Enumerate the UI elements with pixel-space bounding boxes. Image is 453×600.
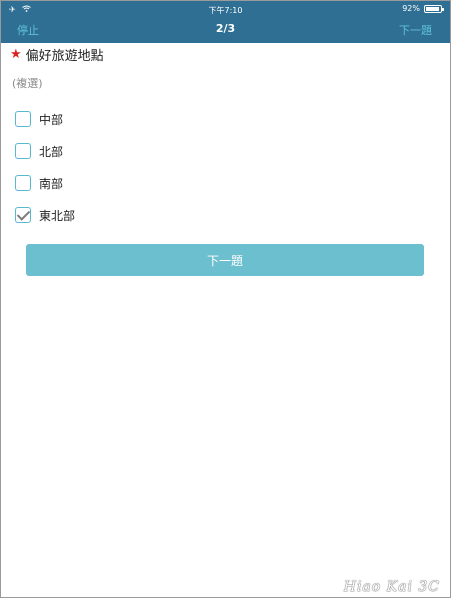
options-list: 中部 北部 南部 東北部 (15, 103, 315, 231)
option-label: 中部 (39, 112, 64, 127)
top-bar: ✈ 下午7:10 92% 停止 2/3 下一題 (1, 1, 450, 43)
next-question-button[interactable]: 下一題 (26, 244, 424, 276)
checkbox[interactable] (15, 207, 31, 223)
battery-percent: 92% (402, 4, 420, 13)
required-star-icon: ★ (10, 47, 22, 62)
next-question-nav-button[interactable]: 下一題 (399, 22, 432, 38)
status-right: 92% (402, 4, 444, 13)
option-central[interactable]: 中部 (15, 103, 315, 135)
question-title-row: ★ 偏好旅遊地點 (10, 45, 104, 64)
option-label: 北部 (39, 144, 64, 159)
multi-select-hint: (複選) (12, 77, 43, 90)
status-bar: ✈ 下午7:10 92% (1, 1, 450, 17)
checkbox[interactable] (15, 143, 31, 159)
watermark: Hiao Kai 3C (343, 579, 440, 595)
checkbox[interactable] (15, 175, 31, 191)
option-label: 南部 (39, 176, 64, 191)
battery-fill (426, 6, 439, 11)
page-indicator: 2/3 (215, 22, 236, 35)
option-northeast[interactable]: 東北部 (15, 199, 315, 231)
option-north[interactable]: 北部 (15, 135, 315, 167)
checkbox[interactable] (15, 111, 31, 127)
status-time: 下午7:10 (208, 6, 243, 15)
option-label: 東北部 (39, 208, 76, 223)
battery-icon (424, 4, 444, 13)
app-frame: ✈ 下午7:10 92% 停止 2/3 下一題 ★ 偏好旅遊地點 (複選) 中部… (0, 0, 451, 598)
question-title: 偏好旅遊地點 (25, 49, 104, 64)
option-south[interactable]: 南部 (15, 167, 315, 199)
navigation-bar: 停止 2/3 下一題 (1, 17, 450, 43)
